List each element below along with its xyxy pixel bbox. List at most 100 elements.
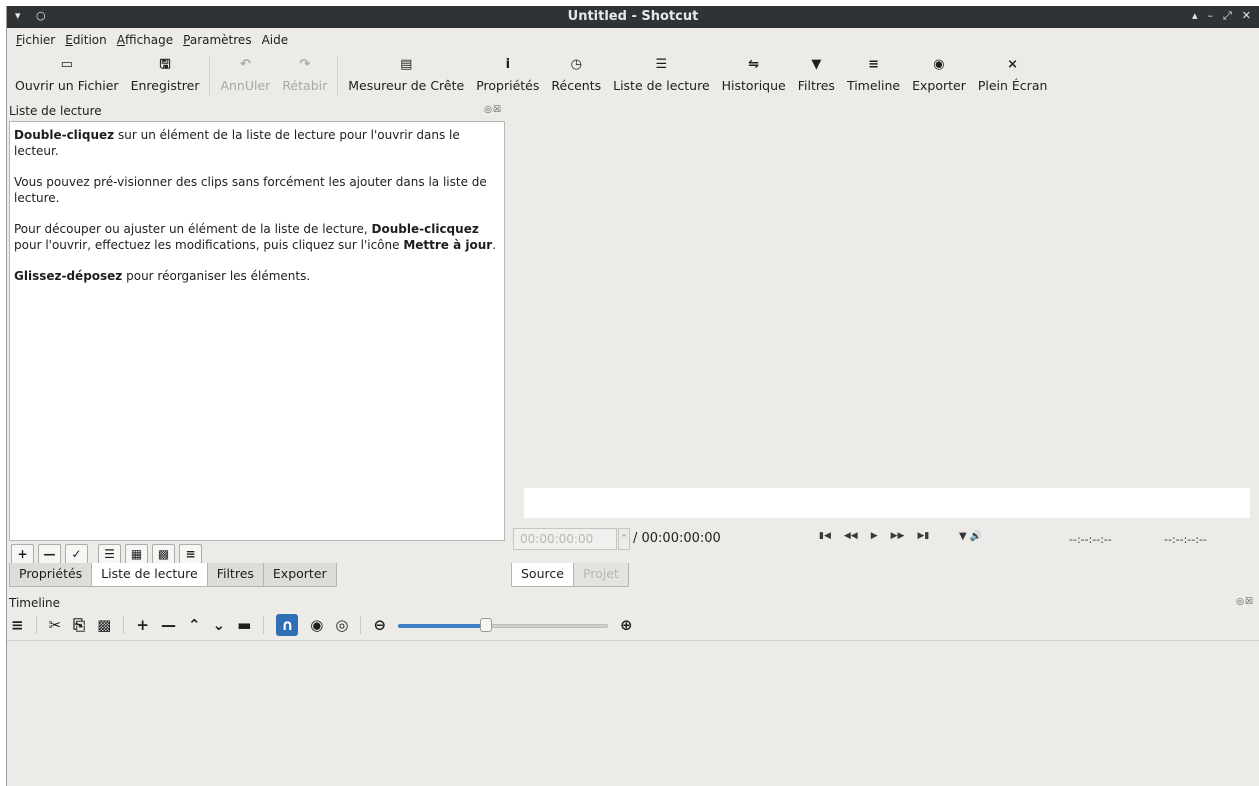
volume-icon[interactable]: ▼ 🔊 [959, 531, 982, 542]
tab-properties[interactable]: Propriétés [9, 563, 93, 587]
playlist-toolbar: + — ✓ ☰ ▦ ▩ ≡ [11, 544, 202, 564]
playlist-panel[interactable]: Double-cliquez sur un élément de la list… [9, 121, 505, 541]
window-controls: ▴ – ⤢ ✕ [1192, 9, 1251, 23]
menu-aide[interactable]: Aide [257, 29, 294, 51]
window-title: Untitled - Shotcut [567, 9, 699, 24]
tab-export[interactable]: Exporter [262, 563, 337, 587]
main-toolbar: ▭ Ouvrir un Fichier 🖫 Enregistrer ↶ AnnU… [7, 52, 1259, 102]
filters-button[interactable]: ▼ Filtres [792, 52, 841, 100]
recent-button[interactable]: ◷ Récents [545, 52, 607, 100]
properties-button[interactable]: i Propriétés [470, 52, 545, 100]
maximize-icon[interactable]: ⤢ [1223, 9, 1232, 23]
fullscreen-button[interactable]: ⨯ Plein Écran [972, 52, 1054, 100]
tiles-view-icon[interactable]: ▦ [125, 544, 148, 564]
toolbar-separator [123, 616, 125, 634]
app-window: ▾ ○ Untitled - Shotcut ▴ – ⤢ ✕ Fichier E… [6, 6, 1259, 786]
remove-icon[interactable]: — [38, 544, 61, 564]
timeline-icon: ≡ [868, 57, 879, 72]
player-tab-bar: Source Projet [511, 563, 629, 587]
scrub-eye-icon[interactable]: ◉ [310, 616, 323, 634]
redo-button[interactable]: ↷ Rétabir [276, 52, 333, 100]
shade-icon[interactable]: ▴ [1192, 9, 1198, 23]
append-icon[interactable]: + [136, 616, 149, 634]
zoom-slider-fill [398, 624, 487, 628]
menu-fichier[interactable]: Fichier [11, 29, 60, 51]
timeline-dock-title: Timeline ◎☒ [9, 596, 1258, 612]
title-bar: ▾ ○ Untitled - Shotcut ▴ – ⤢ ✕ [7, 6, 1259, 28]
close-icon[interactable]: ✕ [1242, 9, 1251, 23]
tab-source[interactable]: Source [511, 563, 574, 587]
menu-bar: Fichier Edition Affichage Paramètres Aid… [7, 29, 1259, 51]
history-button[interactable]: ⇋ Historique [716, 52, 792, 100]
spin-up-icon[interactable]: ^ [618, 528, 630, 550]
toolbar-separator [360, 616, 362, 634]
playlist-dock-title: Liste de lecture ◎☒ [9, 104, 506, 120]
zoom-in-icon[interactable]: ⊕ [620, 616, 633, 634]
playlist-button[interactable]: ☰ Liste de lecture [607, 52, 716, 100]
open-file-button[interactable]: ▭ Ouvrir un Fichier [9, 52, 125, 100]
in-point-label: --:--:--:-- [1069, 533, 1112, 546]
skip-previous-icon[interactable]: ▮◀ [819, 531, 831, 541]
redo-icon: ↷ [299, 57, 311, 72]
details-view-icon[interactable]: ☰ [98, 544, 121, 564]
export-button[interactable]: ◉ Exporter [906, 52, 972, 100]
menu-parametres[interactable]: Paramètres [178, 29, 256, 51]
export-icon: ◉ [933, 57, 945, 72]
tab-filters[interactable]: Filtres [206, 563, 264, 587]
menu-affichage[interactable]: Affichage [112, 29, 178, 51]
timeline-title: Timeline [9, 596, 61, 610]
copy-icon[interactable]: ⎘ [73, 616, 85, 634]
timeline-divider [7, 640, 1259, 641]
peak-meter-button[interactable]: ▤ Mesureur de Crête [342, 52, 470, 100]
toolbar-separator [263, 616, 265, 634]
help-paragraph: Pour découper ou ajuster un élément de l… [14, 222, 497, 252]
save-button[interactable]: 🖫 Enregistrer [125, 52, 206, 100]
overwrite-icon[interactable]: ⌄ [213, 616, 226, 634]
transport-controls: ▮◀ ◀◀ ▶ ▶▶ ▶▮ [819, 531, 929, 541]
skip-next-icon[interactable]: ▶▮ [917, 531, 929, 541]
help-paragraph: Double-cliquez sur un élément de la list… [14, 128, 460, 158]
play-icon[interactable]: ▶ [871, 531, 878, 541]
split-icon[interactable]: ▬ [237, 616, 251, 634]
minimize-icon[interactable]: – [1207, 9, 1213, 23]
save-icon: 🖫 [159, 57, 171, 72]
dock-float-close-icon[interactable]: ◎☒ [484, 105, 502, 115]
meter-icon: ▤ [400, 57, 413, 72]
rewind-icon[interactable]: ◀◀ [844, 531, 858, 541]
timeline-button[interactable]: ≡ Timeline [841, 52, 906, 100]
help-paragraph: Vous pouvez pré-visionner des clips sans… [14, 175, 487, 205]
menu-edition[interactable]: Edition [60, 29, 112, 51]
menu-icon[interactable]: ≡ [11, 616, 24, 634]
menu-aide-label: Aide [261, 33, 289, 47]
history-icon: ⇋ [748, 57, 760, 72]
icon-view-icon[interactable]: ▩ [152, 544, 175, 564]
lift-icon[interactable]: ⌃ [188, 616, 201, 634]
paste-icon[interactable]: ▩ [97, 616, 111, 634]
timeline-tracks-area[interactable] [7, 642, 1259, 786]
add-icon[interactable]: + [11, 544, 34, 564]
remove-icon[interactable]: — [161, 616, 176, 634]
update-icon[interactable]: ✓ [65, 544, 88, 564]
fast-forward-icon[interactable]: ▶▶ [891, 531, 905, 541]
cut-icon[interactable]: ✂ [49, 616, 62, 634]
position-timecode[interactable]: 00:00:00:00 ^ [513, 528, 630, 550]
filter-icon: ▼ [811, 57, 822, 72]
snap-magnet-icon[interactable]: ∩ [276, 614, 299, 636]
zoom-out-icon[interactable]: ⊖ [373, 616, 386, 634]
playlist-menu-icon[interactable]: ≡ [179, 544, 202, 564]
scrubber-bar[interactable] [524, 488, 1250, 518]
folder-icon: ▭ [60, 57, 73, 72]
info-icon: i [505, 57, 511, 72]
list-icon: ☰ [655, 57, 668, 72]
zoom-slider-handle[interactable] [480, 618, 493, 632]
ripple-icon[interactable]: ◎ [335, 616, 348, 634]
clock-icon: ◷ [570, 57, 582, 72]
help-paragraph: Glissez-déposez pour réorganiser les élé… [14, 269, 311, 283]
out-point-label: --:--:--:-- [1164, 533, 1207, 546]
tab-project[interactable]: Projet [572, 563, 629, 587]
undo-button[interactable]: ↶ AnnUler [214, 52, 276, 100]
dock-float-close-icon[interactable]: ◎☒ [1236, 597, 1254, 607]
zoom-slider[interactable] [398, 617, 609, 633]
duration-label: / 00:00:00:00 [633, 531, 721, 546]
tab-playlist[interactable]: Liste de lecture [91, 563, 208, 587]
